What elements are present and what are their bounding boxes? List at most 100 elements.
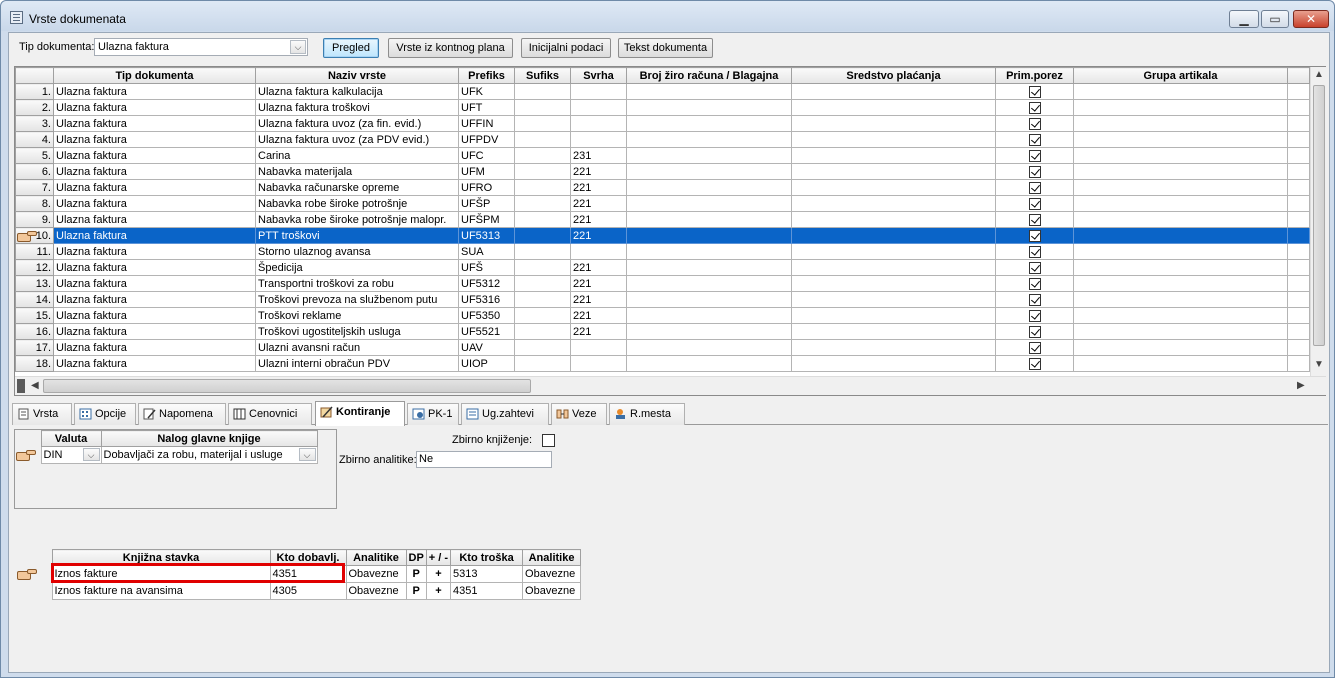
valuta-row[interactable]: DIN ⌵ Dobavljači za robu, materijal i usl…: [15, 446, 318, 464]
analitike-troska-cell[interactable]: Obavezne: [522, 565, 582, 583]
svrha-cell[interactable]: 221: [570, 179, 627, 196]
table-row[interactable]: 9. Ulazna faktura Nabavka robe široke potr…: [15, 211, 1310, 228]
sredstvo-placanja-cell[interactable]: [791, 323, 996, 340]
sufiks-cell[interactable]: [514, 147, 571, 164]
column-header-naziv-vrste[interactable]: Naziv vrste: [255, 67, 459, 84]
tip-dokumenta-cell[interactable]: Ulazna faktura: [53, 355, 256, 372]
sredstvo-placanja-cell[interactable]: [791, 115, 996, 132]
grupa-artikala-cell[interactable]: [1073, 307, 1288, 324]
horizontal-scrollbar[interactable]: ◀ ▶: [15, 376, 1326, 395]
table-row[interactable]: 17. Ulazna faktura Ulazni avansni račun UAV: [15, 339, 1310, 356]
prefiks-cell[interactable]: UFFIN: [458, 115, 515, 132]
sredstvo-placanja-cell[interactable]: [791, 147, 996, 164]
tip-dokumenta-cell[interactable]: Ulazna faktura: [53, 163, 256, 180]
prim-porez-checkbox[interactable]: [1028, 213, 1041, 226]
table-row[interactable]: 5. Ulazna faktura Carina UFC 231: [15, 147, 1310, 164]
grupa-artikala-cell[interactable]: [1073, 259, 1288, 276]
prim-porez-cell[interactable]: [995, 99, 1074, 116]
sredstvo-placanja-cell[interactable]: [791, 291, 996, 308]
analitike-cell[interactable]: Obavezne: [345, 582, 407, 600]
grupa-artikala-cell[interactable]: [1073, 147, 1288, 164]
analitike-troska-cell[interactable]: Obavezne: [522, 582, 582, 600]
tab-r-mesta[interactable]: R.mesta: [609, 403, 685, 425]
naziv-vrste-cell[interactable]: Ulazna faktura kalkulacija: [255, 83, 459, 100]
svrha-cell[interactable]: [570, 339, 627, 356]
broj-ziro-racuna-cell[interactable]: [626, 307, 792, 324]
column-header-valuta[interactable]: Valuta: [40, 430, 102, 447]
prefiks-cell[interactable]: UFŠPM: [458, 211, 515, 228]
prefiks-cell[interactable]: UFK: [458, 83, 515, 100]
prim-porez-cell[interactable]: [995, 275, 1074, 292]
prefiks-cell[interactable]: UAV: [458, 339, 515, 356]
sufiks-cell[interactable]: [514, 339, 571, 356]
prefiks-cell[interactable]: UFŠP: [458, 195, 515, 212]
prim-porez-cell[interactable]: [995, 163, 1074, 180]
svrha-cell[interactable]: [570, 355, 627, 372]
column-header-analitike-troska[interactable]: Analitike: [522, 549, 582, 566]
tab-napomena[interactable]: Napomena: [138, 403, 226, 425]
row-number[interactable]: 6.: [15, 163, 54, 180]
column-header-sufiks[interactable]: Sufiks: [514, 67, 571, 84]
sredstvo-placanja-cell[interactable]: [791, 179, 996, 196]
prefiks-cell[interactable]: UF5313: [458, 227, 515, 244]
naziv-vrste-cell[interactable]: Ulazna faktura troškovi: [255, 99, 459, 116]
prim-porez-checkbox[interactable]: [1028, 229, 1041, 242]
prim-porez-cell[interactable]: [995, 195, 1074, 212]
sufiks-cell[interactable]: [514, 259, 571, 276]
column-header-tip-dokumenta[interactable]: Tip dokumenta: [53, 67, 256, 84]
row-number[interactable]: 12.: [15, 259, 54, 276]
analitike-cell[interactable]: Obavezne: [345, 565, 407, 583]
broj-ziro-racuna-cell[interactable]: [626, 291, 792, 308]
row-number[interactable]: 13.: [15, 275, 54, 292]
scroll-up-icon[interactable]: ▲: [1314, 69, 1324, 80]
row-number[interactable]: 7.: [15, 179, 54, 196]
grupa-artikala-cell[interactable]: [1073, 291, 1288, 308]
prim-porez-cell[interactable]: [995, 291, 1074, 308]
tip-dokumenta-cell[interactable]: Ulazna faktura: [53, 339, 256, 356]
grupa-artikala-cell[interactable]: [1073, 211, 1288, 228]
svrha-cell[interactable]: 221: [570, 227, 627, 244]
title-bar[interactable]: Vrste dokumenata ▁ ▭ ✕: [1, 1, 1334, 31]
broj-ziro-racuna-cell[interactable]: [626, 115, 792, 132]
dp-cell[interactable]: P: [405, 582, 427, 600]
column-header-nalog-glavne-knjige[interactable]: Nalog glavne knjige: [100, 430, 318, 447]
prefiks-cell[interactable]: UFC: [458, 147, 515, 164]
prefiks-cell[interactable]: UFŠ: [458, 259, 515, 276]
broj-ziro-racuna-cell[interactable]: [626, 163, 792, 180]
prim-porez-checkbox[interactable]: [1028, 133, 1041, 146]
tip-dokumenta-select[interactable]: Ulazna faktura ⌵: [94, 38, 308, 56]
naziv-vrste-cell[interactable]: Nabavka materijala: [255, 163, 459, 180]
grupa-artikala-cell[interactable]: [1073, 227, 1288, 244]
sufiks-cell[interactable]: [514, 355, 571, 372]
svrha-cell[interactable]: 221: [570, 211, 627, 228]
scroll-right-icon[interactable]: ▶: [1297, 380, 1305, 391]
prim-porez-checkbox[interactable]: [1028, 165, 1041, 178]
prim-porez-cell[interactable]: [995, 307, 1074, 324]
table-row[interactable]: 11. Ulazna faktura Storno ulaznog avansa SU…: [15, 243, 1310, 260]
column-header-prim-porez[interactable]: Prim.porez: [995, 67, 1074, 84]
table-row[interactable]: 12. Ulazna faktura Špedicija UFŠ 221: [15, 259, 1310, 276]
sufiks-cell[interactable]: [514, 163, 571, 180]
table-row[interactable]: 2. Ulazna faktura Ulazna faktura troškovi…: [15, 99, 1310, 116]
prefiks-cell[interactable]: UF5316: [458, 291, 515, 308]
prefiks-cell[interactable]: UF5521: [458, 323, 515, 340]
tab-vrsta[interactable]: Vrsta: [12, 403, 72, 425]
grupa-artikala-cell[interactable]: [1073, 195, 1288, 212]
prim-porez-cell[interactable]: [995, 323, 1074, 340]
prim-porez-checkbox[interactable]: [1028, 101, 1041, 114]
zbirno-analitike-field[interactable]: Ne: [416, 451, 552, 468]
tip-dokumenta-cell[interactable]: Ulazna faktura: [53, 147, 256, 164]
tip-dokumenta-cell[interactable]: Ulazna faktura: [53, 99, 256, 116]
maximize-button[interactable]: ▭: [1261, 10, 1289, 28]
naziv-vrste-cell[interactable]: Troškovi prevoza na službenom putu: [255, 291, 459, 308]
sufiks-cell[interactable]: [514, 195, 571, 212]
prim-porez-checkbox[interactable]: [1028, 357, 1041, 370]
sufiks-cell[interactable]: [514, 179, 571, 196]
broj-ziro-racuna-cell[interactable]: [626, 83, 792, 100]
column-header-sredstvo-placanja[interactable]: Sredstvo plaćanja: [791, 67, 996, 84]
prim-porez-checkbox[interactable]: [1028, 181, 1041, 194]
column-header-analitike[interactable]: Analitike: [345, 549, 407, 566]
row-number[interactable]: 18.: [15, 355, 54, 372]
tip-dokumenta-cell[interactable]: Ulazna faktura: [53, 323, 256, 340]
sredstvo-placanja-cell[interactable]: [791, 355, 996, 372]
